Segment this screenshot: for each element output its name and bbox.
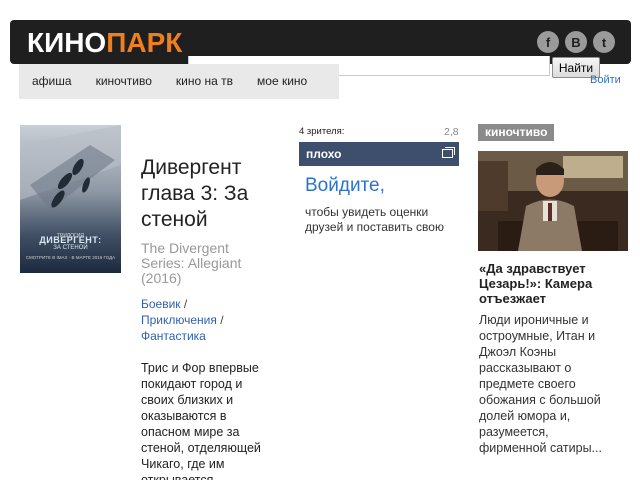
login-link[interactable]: Войти [590, 74, 621, 86]
facebook-icon[interactable]: f [537, 31, 559, 53]
article-title[interactable]: «Да здравствует Цезарь!»: Камера отъезжа… [479, 261, 624, 306]
genre-link-action[interactable]: Боевик [141, 297, 181, 311]
nav-item-kino-na-tv[interactable]: кино на тв [164, 64, 245, 99]
site-logo[interactable]: КИНОПАРК [27, 28, 182, 58]
genre-link-adventure[interactable]: Приключения [141, 313, 217, 327]
social-links: f B t [537, 31, 615, 53]
movie-description: Трис и Фор впервые покидают город и свои… [141, 361, 261, 480]
main-nav: афиша киночтиво кино на тв мое кино [19, 64, 339, 99]
twitter-icon[interactable]: t [593, 31, 615, 53]
genre-row: Боевик / [141, 296, 271, 312]
genre-row: Приключения / [141, 312, 271, 328]
article-excerpt: Люди ироничные и остроумные, Итан и Джоэ… [479, 313, 602, 455]
login-prompt-link[interactable]: Войдите, [305, 175, 385, 197]
poster-title: ДИВЕРГЕНТ: [39, 235, 102, 245]
viewers-count: 4 зрителя: [299, 126, 345, 137]
logo-part-park: ПАРК [106, 27, 183, 58]
poster-subtitle: ЗА СТЕНОЙ [53, 245, 88, 251]
vkontakte-icon[interactable]: B [565, 31, 587, 53]
genre-list: Боевик / Приключения / Фантастика [141, 296, 271, 344]
rating-bar[interactable]: плохо [299, 142, 459, 166]
nav-item-kinochtivo[interactable]: киночтиво [84, 64, 164, 99]
logo-part-kino: КИНО [27, 27, 107, 58]
movie-title: Дивергент глава 3: За стеной [141, 156, 249, 231]
nav-item-moe-kino[interactable]: мое кино [245, 64, 319, 99]
page: КИНОПАРК f B t Найти Войти афиша киночти… [0, 0, 640, 480]
poster-date: СМОТРИТЕ В IMAX · В МАРТЕ 2016 ГОДА [25, 255, 116, 260]
article-photo [478, 151, 628, 251]
section-tag-kinochtivo[interactable]: киночтиво [478, 124, 555, 141]
genre-link-scifi[interactable]: Фантастика [141, 329, 206, 343]
genre-separator: / [216, 313, 224, 327]
rating-label: плохо [306, 147, 342, 161]
article-image[interactable] [478, 151, 628, 251]
movie-original-title: The Divergent Series: Allegiant (2016) [141, 240, 242, 286]
nav-item-afisha[interactable]: афиша [19, 64, 84, 99]
rating-value: 2,8 [444, 126, 459, 138]
genre-separator: / [180, 297, 188, 311]
genre-row: Фантастика [141, 328, 271, 344]
comments-icon[interactable] [442, 147, 455, 158]
movie-poster[interactable]: ТРИЛОГИЯ ДИВЕРГЕНТ: ЗА СТЕНОЙ СМОТРИТЕ В… [20, 125, 121, 273]
login-prompt-hint: чтобы увидеть оценки друзей и поставить … [305, 205, 444, 234]
